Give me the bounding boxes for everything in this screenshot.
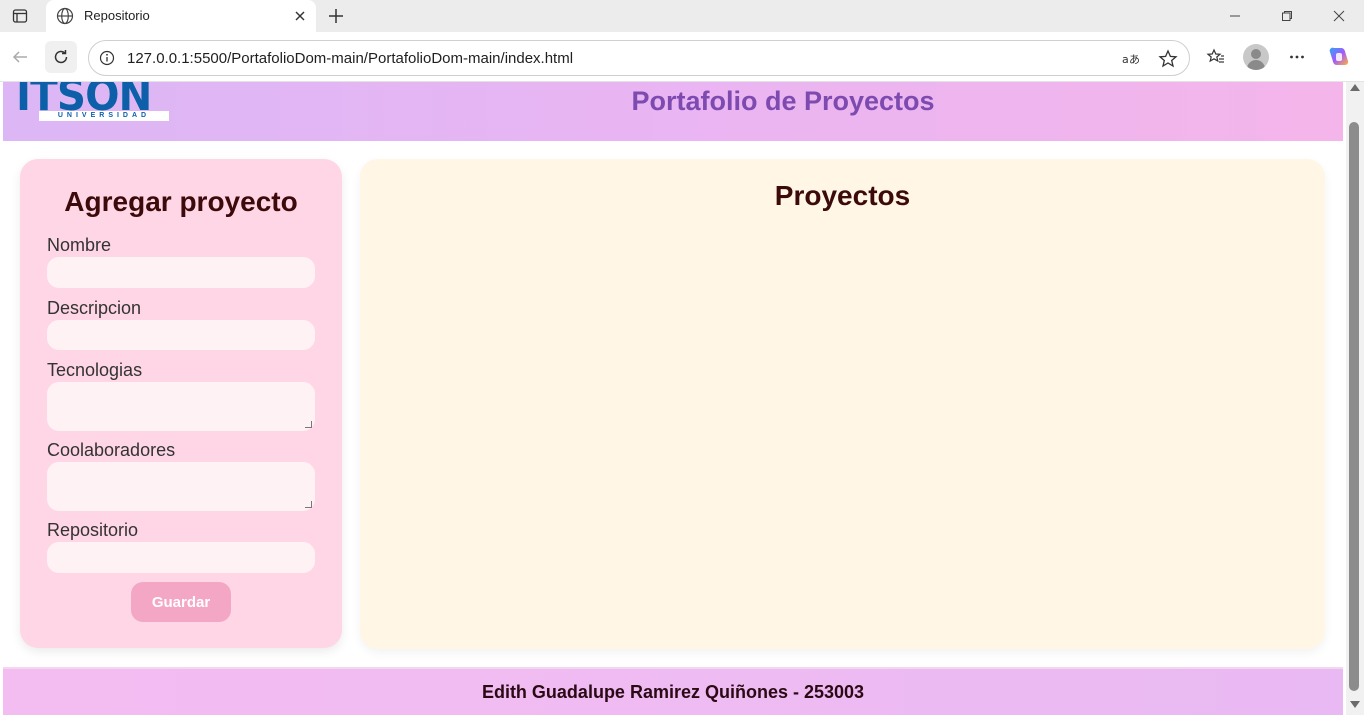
page-header: ITSON UNIVERSIDAD Portafolio de Proyecto… xyxy=(3,82,1343,141)
scroll-down-arrow-icon[interactable] xyxy=(1350,701,1360,708)
form-title: Agregar proyecto xyxy=(64,186,298,217)
close-icon[interactable] xyxy=(289,5,311,27)
new-tab-icon[interactable] xyxy=(323,3,349,29)
avatar-head xyxy=(1251,49,1261,59)
scroll-up-arrow-icon[interactable] xyxy=(1350,84,1360,91)
svg-text:あ: あ xyxy=(1129,53,1140,66)
info-icon[interactable] xyxy=(97,48,117,68)
tab-title: Repositorio xyxy=(84,8,150,23)
repositorio-input[interactable] xyxy=(47,542,315,573)
footer-text: Edith Guadalupe Ramirez Quiñones - 25300… xyxy=(481,682,865,702)
tecnologias-textarea[interactable] xyxy=(47,382,315,431)
minimize-icon[interactable] xyxy=(1212,0,1258,32)
tab-actions-icon[interactable] xyxy=(6,4,34,28)
nombre-label: Nombre xyxy=(47,235,112,255)
tab-strip: Repositorio xyxy=(0,0,1364,32)
profile-avatar[interactable] xyxy=(1243,44,1269,70)
favorites-icon[interactable] xyxy=(1200,41,1232,73)
vertical-scrollbar[interactable] xyxy=(1346,82,1364,715)
svg-text:a: a xyxy=(1122,53,1129,66)
projects-title: Proyectos xyxy=(774,180,911,211)
restore-icon[interactable] xyxy=(1264,0,1310,32)
tecnologias-label: Tecnologias xyxy=(47,360,143,380)
browser-tab[interactable]: Repositorio xyxy=(46,0,316,32)
globe-icon xyxy=(55,6,75,26)
logo-subtitle: UNIVERSIDAD xyxy=(57,112,151,119)
page-footer: Edith Guadalupe Ramirez Quiñones - 25300… xyxy=(3,667,1343,715)
more-options-icon[interactable] xyxy=(1281,41,1313,73)
url-text[interactable]: 127.0.0.1:5500/PortafolioDom-main/Portaf… xyxy=(127,50,573,67)
scrollbar-thumb[interactable] xyxy=(1349,122,1359,691)
itson-logo: ITSON UNIVERSIDAD xyxy=(16,82,176,126)
copilot-icon[interactable] xyxy=(1323,41,1355,73)
projects-panel: Proyectos xyxy=(360,159,1325,649)
window-close-icon[interactable] xyxy=(1316,0,1362,32)
address-bar[interactable]: 127.0.0.1:5500/PortafolioDom-main/Portaf… xyxy=(88,40,1190,76)
add-project-form: Agregar proyecto Nombre Descripcion Tecn… xyxy=(20,159,342,648)
descripcion-label: Descripcion xyxy=(47,298,142,318)
colaboradores-textarea[interactable] xyxy=(47,462,315,511)
nombre-input[interactable] xyxy=(47,257,315,288)
repositorio-label: Repositorio xyxy=(47,520,139,540)
colaboradores-label: Coolaboradores xyxy=(47,440,176,460)
avatar-body xyxy=(1247,60,1265,70)
save-button[interactable]: Guardar xyxy=(131,582,231,622)
page-viewport: ITSON UNIVERSIDAD Portafolio de Proyecto… xyxy=(0,82,1346,715)
back-arrow-icon[interactable] xyxy=(4,41,36,73)
reload-icon[interactable] xyxy=(45,41,77,73)
page-title: Portafolio de Proyectos xyxy=(631,86,935,116)
read-aloud-icon[interactable]: aあ xyxy=(1120,47,1144,71)
descripcion-input[interactable] xyxy=(47,320,315,350)
favorite-star-icon[interactable] xyxy=(1156,47,1180,71)
browser-toolbar: 127.0.0.1:5500/PortafolioDom-main/Portaf… xyxy=(0,32,1364,82)
